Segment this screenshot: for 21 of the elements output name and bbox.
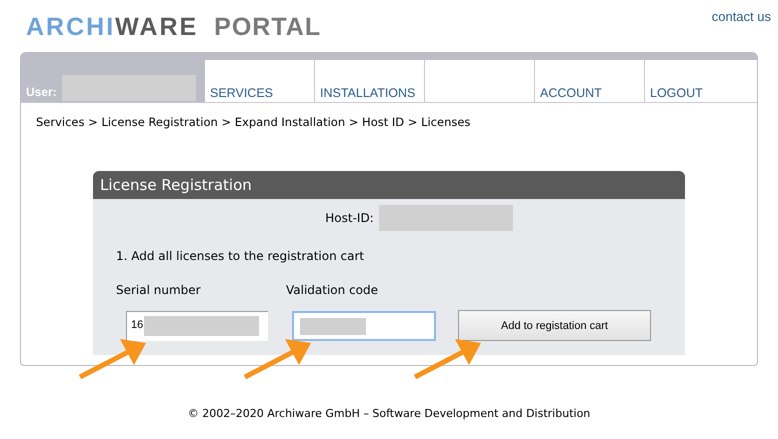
validation-code-field[interactable] xyxy=(292,310,436,340)
arrow xyxy=(414,339,481,380)
serial-number-field[interactable]: 16 xyxy=(126,310,268,340)
card-title: License Registration xyxy=(93,171,685,199)
field-label: Serial number xyxy=(116,283,202,297)
redaction-block xyxy=(300,318,366,334)
arrow xyxy=(78,339,146,380)
logo: ARCHIWARE PORTAL xyxy=(26,13,322,43)
arrow xyxy=(244,339,311,380)
user-label: User: xyxy=(26,85,57,99)
nav-tab[interactable]: LOGOUT xyxy=(645,60,757,102)
step-text: 1. Add all licenses to the registration cart xyxy=(116,249,366,263)
footer-text: © 2002–2020 Archiware GmbH – Software Development and Distribution xyxy=(186,407,592,420)
breadcrumb: Services > License Registration > Expand Installation > Host ID > Licenses xyxy=(35,114,472,131)
contact-link[interactable]: contact us xyxy=(712,9,771,25)
nav-tab[interactable]: INSTALLATIONS xyxy=(315,60,425,102)
field-label: Validation code xyxy=(286,283,378,297)
nav-tab[interactable]: SERVICES xyxy=(205,60,315,102)
nav-tab[interactable]: ACCOUNT xyxy=(535,60,645,102)
host-id-label: Host-ID: xyxy=(325,211,374,225)
add-to-cart-button[interactable]: Add to registation cart xyxy=(458,310,651,341)
